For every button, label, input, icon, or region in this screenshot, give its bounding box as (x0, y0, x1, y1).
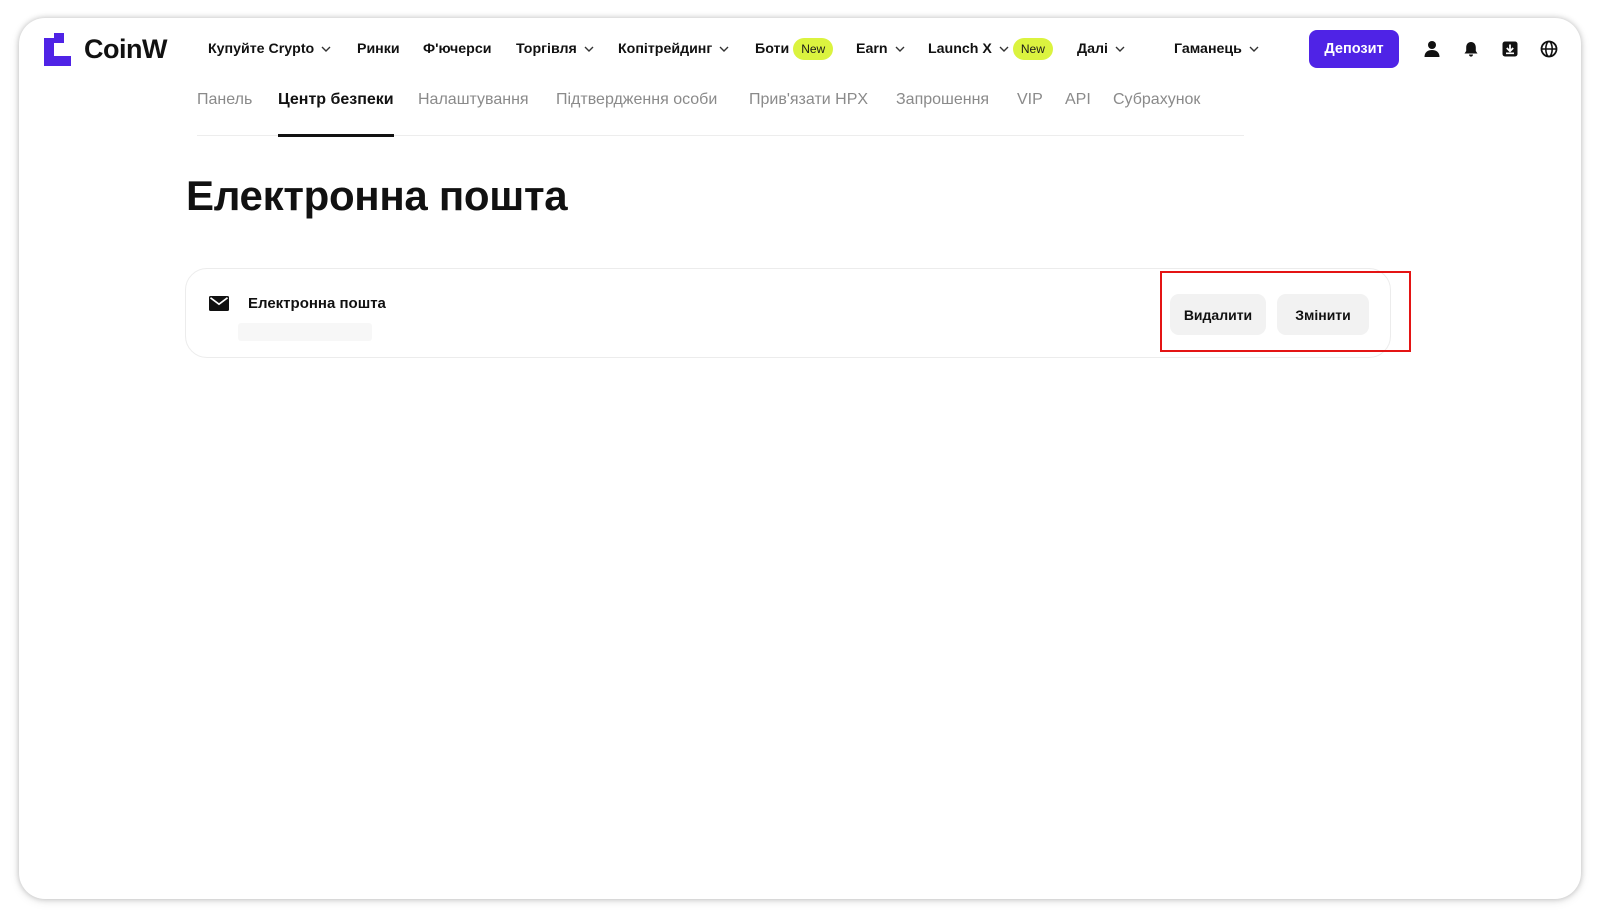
deposit-button[interactable]: Депозит (1309, 30, 1399, 68)
logo-text: CoinW (84, 33, 167, 64)
nav-launch-x[interactable]: Launch X New (928, 38, 1053, 60)
nav-earn[interactable]: Earn (856, 38, 905, 60)
nav-label: Гаманець (1174, 41, 1242, 57)
tab-api[interactable]: API (1065, 88, 1091, 136)
nav-buy-crypto[interactable]: Купуйте Crypto (208, 38, 331, 60)
nav-copytrading[interactable]: Копітрейдинг (618, 38, 729, 60)
chevron-down-icon (321, 46, 331, 52)
user-icon-glyph (1424, 41, 1440, 57)
chevron-down-icon (895, 46, 905, 52)
new-badge: New (793, 38, 834, 60)
chevron-down-icon (719, 46, 729, 52)
coinw-logo-icon (44, 32, 71, 66)
account-subtabs: Панель Центр безпеки Налаштування Підтве… (197, 88, 1244, 137)
nav-label: Launch X (928, 41, 992, 57)
chevron-down-icon (1115, 46, 1125, 52)
nav-label: Боти (755, 41, 790, 57)
nav-label: Далі (1077, 41, 1108, 57)
nav-label: Ринки (357, 41, 400, 57)
chevron-down-icon (999, 46, 1009, 52)
chevron-down-icon (584, 46, 594, 52)
nav-label: Копітрейдинг (618, 41, 713, 57)
nav-markets[interactable]: Ринки (357, 38, 400, 60)
nav-wallet[interactable]: Гаманець (1174, 38, 1259, 60)
tab-identity-verification[interactable]: Підтвердження особи (556, 88, 717, 136)
chevron-down-icon (1249, 46, 1259, 52)
tab-settings[interactable]: Налаштування (418, 88, 529, 136)
email-label: Електронна пошта (248, 295, 386, 312)
download-icon[interactable] (1500, 39, 1520, 59)
delete-email-button[interactable]: Видалити (1170, 294, 1266, 335)
tab-bind-hpx[interactable]: Прив'язати HPX (749, 88, 868, 136)
change-email-button[interactable]: Змінити (1277, 294, 1369, 335)
globe-icon[interactable] (1539, 39, 1559, 59)
download-icon-glyph (1502, 41, 1518, 57)
email-card: Електронна пошта Видалити Змінити (185, 268, 1391, 358)
tab-invitations[interactable]: Запрошення (896, 88, 989, 136)
tab-dashboard[interactable]: Панель (197, 88, 252, 136)
page-title: Електронна пошта (186, 172, 568, 219)
globe-icon-glyph (1540, 40, 1558, 58)
nav-bots[interactable]: Боти New (755, 38, 834, 60)
tab-subaccount[interactable]: Субрахунок (1113, 88, 1200, 136)
nav-label: Торгівля (516, 41, 577, 57)
top-navigation: CoinW Купуйте Crypto Ринки Ф'ючерси Торг… (19, 18, 1581, 80)
bell-icon[interactable] (1461, 39, 1481, 59)
mail-icon (209, 296, 229, 311)
tab-vip[interactable]: VIP (1017, 88, 1043, 136)
new-badge: New (1012, 38, 1053, 60)
nav-more[interactable]: Далі (1077, 38, 1125, 60)
nav-label: Earn (856, 41, 888, 57)
tab-security-center[interactable]: Центр безпеки (278, 88, 394, 137)
bell-icon-glyph (1464, 42, 1478, 57)
nav-label: Ф'ючерси (423, 41, 492, 57)
nav-trading[interactable]: Торгівля (516, 38, 594, 60)
user-icon[interactable] (1422, 39, 1442, 59)
masked-email-value (238, 323, 372, 341)
nav-label: Купуйте Crypto (208, 41, 315, 57)
coinw-logo[interactable]: CoinW (44, 32, 167, 66)
browser-frame: CoinW Купуйте Crypto Ринки Ф'ючерси Торг… (19, 18, 1581, 899)
nav-futures[interactable]: Ф'ючерси (423, 38, 491, 60)
